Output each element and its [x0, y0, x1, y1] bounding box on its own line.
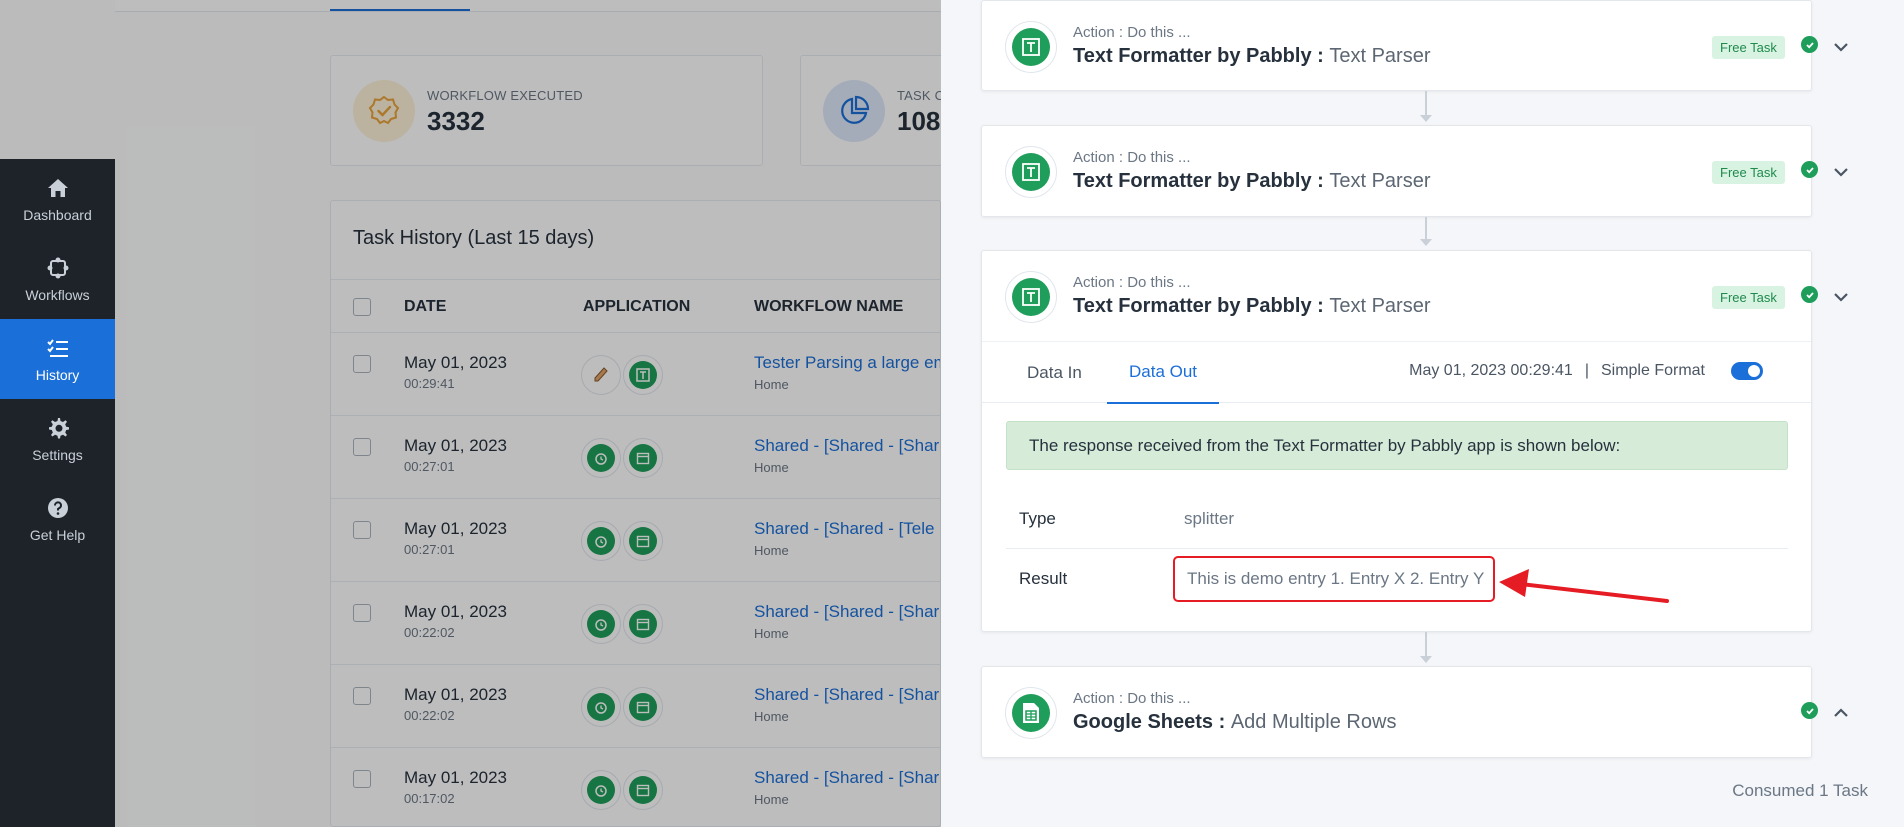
step-title: Text Formatter by Pabbly : Text Parser	[1073, 295, 1431, 318]
sidebar-item-get-help[interactable]: Get Help	[0, 479, 115, 559]
history-icon	[45, 335, 71, 361]
sidebar-item-label: Settings	[32, 447, 83, 463]
sidebar-item-dashboard[interactable]: Dashboard	[0, 159, 115, 239]
step-connector	[1425, 91, 1427, 115]
free-task-badge: Free Task	[1712, 161, 1785, 184]
field-key: Result	[1019, 569, 1068, 588]
sidebar-item-label: Workflows	[25, 287, 90, 303]
consumed-tasks-label: Consumed 1 Task	[1732, 781, 1868, 800]
simple-format-label: Simple Format	[1600, 362, 1705, 379]
step-card[interactable]: Action : Do this ... Text Formatter by P…	[981, 125, 1848, 217]
step-separator: :	[1311, 170, 1330, 192]
sidebar-item-settings[interactable]: Settings	[0, 399, 115, 479]
chevron-down-icon[interactable]	[1831, 162, 1851, 182]
step-kicker: Action : Do this ...	[1073, 274, 1191, 291]
step-app: Text Formatter by Pabbly	[1073, 170, 1312, 192]
step-separator: :	[1311, 295, 1330, 317]
field-row-type: Type splitter	[1006, 489, 1788, 549]
response-alert: The response received from the Text Form…	[1006, 421, 1788, 470]
step-title: Text Formatter by Pabbly : Text Parser	[1073, 170, 1431, 193]
home-icon	[45, 175, 71, 201]
step-header[interactable]: Action : Do this ... Text Formatter by P…	[982, 251, 1848, 341]
gear-icon	[45, 415, 71, 441]
tab-data-out[interactable]: Data Out	[1107, 342, 1220, 404]
field-value: splitter	[1184, 509, 1235, 528]
data-tabs: Data In Data Out May 01, 2023 00:29:41 |…	[982, 341, 1811, 404]
simple-format-toggle[interactable]	[1731, 362, 1763, 380]
step-app: Text Formatter by Pabbly	[1073, 45, 1312, 67]
field-row-result: Result This is demo entry 1. Entry X 2. …	[1006, 549, 1788, 609]
step-header[interactable]: Action : Do this ... Text Formatter by P…	[982, 126, 1848, 216]
text-formatter-icon	[1005, 271, 1057, 323]
step-header[interactable]: Action : Do this ... Google Sheets : Add…	[982, 667, 1848, 757]
connector-arrow-icon	[1420, 656, 1432, 663]
text-formatter-icon	[1005, 21, 1057, 73]
result-value-highlight: This is demo entry 1. Entry X 2. Entry Y	[1173, 556, 1495, 602]
free-task-badge: Free Task	[1712, 36, 1785, 59]
sidebar-item-workflows[interactable]: Workflows	[0, 239, 115, 319]
response-meta: May 01, 2023 00:29:41 | Simple Format	[1409, 362, 1763, 380]
step-event: Text Parser	[1329, 45, 1431, 67]
step-separator: :	[1213, 711, 1231, 733]
sidebar-item-label: History	[35, 367, 80, 383]
background-app: WORKFLOW EXECUTED 3332 TASK C 108 Task H…	[0, 0, 941, 827]
step-kicker: Action : Do this ...	[1073, 149, 1191, 166]
tab-data-in[interactable]: Data In	[1005, 342, 1104, 404]
meta-divider: |	[1584, 362, 1589, 379]
sidebar-item-history[interactable]: History	[0, 319, 115, 399]
step-kicker: Action : Do this ...	[1073, 690, 1191, 707]
chevron-down-icon[interactable]	[1831, 287, 1851, 307]
response-timestamp: May 01, 2023 00:29:41	[1409, 362, 1573, 379]
step-app: Text Formatter by Pabbly	[1073, 295, 1312, 317]
step-event: Text Parser	[1329, 295, 1431, 317]
step-event: Text Parser	[1329, 170, 1431, 192]
sidebar-item-label: Get Help	[29, 527, 86, 543]
step-kicker: Action : Do this ...	[1073, 24, 1191, 41]
connector-arrow-icon	[1420, 115, 1432, 122]
task-detail-panel: Action : Do this ... Text Formatter by P…	[941, 0, 1904, 827]
step-event: Add Multiple Rows	[1230, 711, 1397, 733]
modal-backdrop[interactable]	[0, 0, 941, 827]
text-formatter-icon	[1005, 146, 1057, 198]
chevron-up-icon[interactable]	[1831, 703, 1851, 723]
step-card[interactable]: Action : Do this ... Text Formatter by P…	[981, 0, 1848, 91]
step-connector	[1425, 632, 1427, 656]
step-card-expanded[interactable]: Action : Do this ... Text Formatter by P…	[981, 250, 1848, 632]
field-key: Type	[1019, 509, 1056, 528]
step-app: Google Sheets	[1073, 711, 1214, 733]
chevron-down-icon[interactable]	[1831, 37, 1851, 57]
free-task-badge: Free Task	[1712, 286, 1785, 309]
step-connector	[1425, 217, 1427, 239]
sidebar-item-label: Dashboard	[23, 207, 92, 223]
google-sheets-icon	[1005, 687, 1057, 739]
step-title: Google Sheets : Add Multiple Rows	[1073, 711, 1396, 734]
step-title: Text Formatter by Pabbly : Text Parser	[1073, 45, 1431, 68]
sidebar: Dashboard Workflows History Settings Get…	[0, 159, 115, 827]
connector-arrow-icon	[1420, 239, 1432, 246]
help-icon	[45, 495, 71, 521]
step-card[interactable]: Action : Do this ... Google Sheets : Add…	[981, 666, 1848, 758]
workflow-icon	[45, 255, 71, 281]
step-separator: :	[1311, 45, 1330, 67]
step-header[interactable]: Action : Do this ... Text Formatter by P…	[982, 1, 1848, 91]
